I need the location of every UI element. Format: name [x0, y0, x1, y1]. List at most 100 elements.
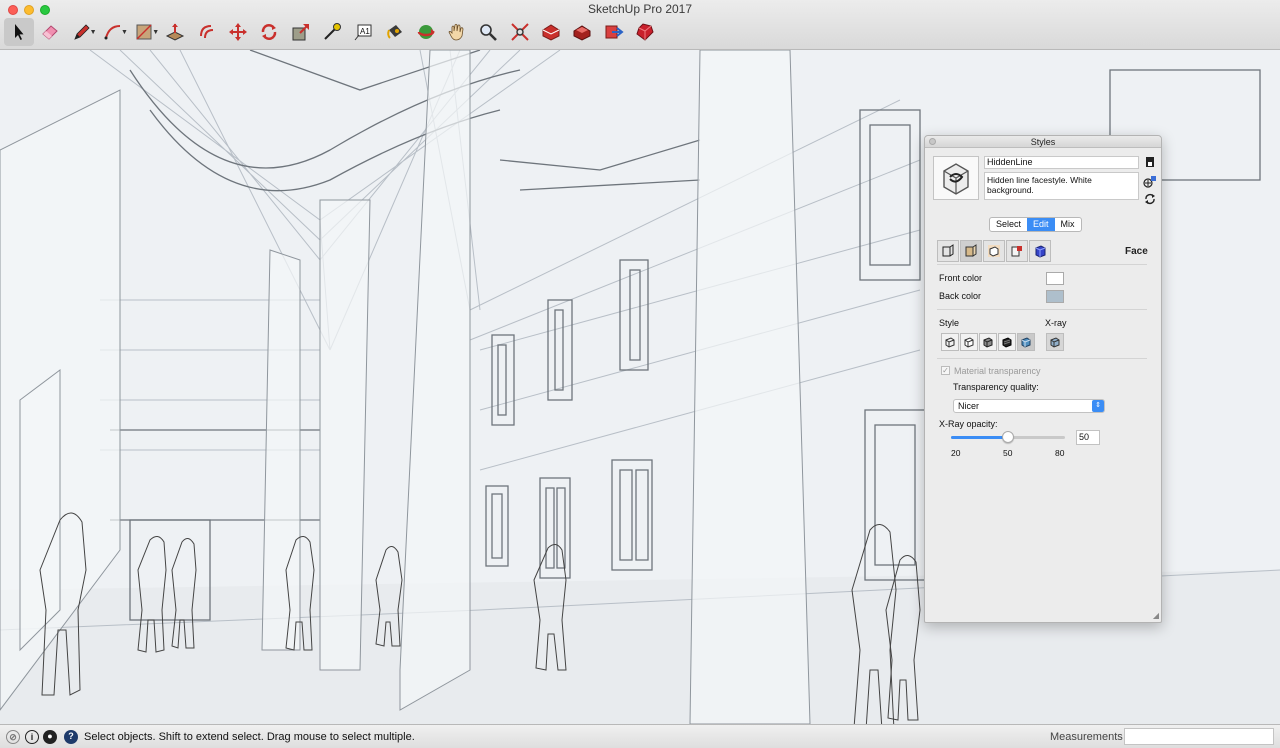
hidden-line-style-button[interactable] [960, 333, 978, 351]
eraser-tool[interactable] [35, 18, 65, 46]
style-thumbnail[interactable] [933, 156, 979, 200]
style-thumbnail-icon [943, 163, 969, 195]
xray-icon [1050, 337, 1060, 348]
main-toolbar: ▼ ▼ ▼ A1 [4, 17, 661, 47]
arc-tool[interactable]: ▼ [98, 18, 128, 46]
styles-panel: Styles HiddenLine Hidden line facestyle.… [924, 135, 1162, 623]
style-description-field[interactable]: Hidden line facestyle. White background. [984, 172, 1139, 200]
watermark-settings-button[interactable] [1006, 240, 1028, 262]
create-style-icon[interactable] [1143, 175, 1157, 189]
tab-edit[interactable]: Edit [1027, 218, 1055, 231]
back-color-swatch[interactable] [1046, 290, 1064, 303]
edge-settings-button[interactable] [937, 240, 959, 262]
eraser-icon [42, 25, 59, 40]
xray-toggle-button[interactable] [1046, 333, 1064, 351]
arc-icon [104, 25, 120, 40]
shaded-style-button[interactable] [979, 333, 997, 351]
front-color-label: Front color [939, 273, 983, 283]
tab-select[interactable]: Select [990, 218, 1027, 231]
shaded-with-textures-style-button[interactable] [998, 333, 1016, 351]
hidden-line-icon [964, 337, 974, 348]
zoom-tool[interactable] [473, 18, 503, 46]
back-color-label: Back color [939, 291, 982, 301]
transparency-quality-select[interactable]: Nicer ⇕ [953, 399, 1105, 413]
pan-tool[interactable] [442, 18, 472, 46]
tape-measure-tool[interactable] [317, 18, 347, 46]
styles-panel-title: Styles [925, 136, 1161, 148]
xray-opacity-label: X-Ray opacity: [939, 419, 998, 429]
refresh-icon[interactable] [1143, 193, 1157, 207]
xray-opacity-value-field[interactable]: 50 [1076, 430, 1100, 445]
text-icon: A1 [354, 24, 372, 41]
orbit-icon [417, 25, 435, 39]
orbit-tool[interactable] [411, 18, 441, 46]
status-message: Select objects. Shift to extend select. … [84, 731, 415, 743]
material-transparency-checkbox[interactable]: ✓ [941, 366, 950, 375]
scale-icon [292, 24, 309, 41]
update-style-icon[interactable] [1143, 156, 1157, 170]
slider-tick-label: 50 [1003, 448, 1013, 458]
app-window: SketchUp Pro 2017 ▼ ▼ ▼ A1 Styles Hidden… [0, 0, 1280, 748]
warehouse-icon [542, 24, 560, 41]
ruby-tool[interactable] [630, 18, 660, 46]
scale-tool[interactable] [286, 18, 316, 46]
face-style-bar [941, 333, 1036, 351]
xray-opacity-slider-knob[interactable] [1002, 431, 1014, 443]
monochrome-style-button[interactable] [1017, 333, 1035, 351]
monochrome-icon [1021, 337, 1031, 348]
measurements-input[interactable] [1124, 728, 1274, 745]
warehouse-tool[interactable] [536, 18, 566, 46]
divider [937, 264, 1147, 265]
paint-bucket-tool[interactable] [380, 18, 410, 46]
magnifier-icon [480, 24, 498, 41]
chevron-down-icon[interactable]: ▼ [121, 29, 128, 36]
slider-tick-label: 20 [951, 448, 961, 458]
modeling-settings-button[interactable] [1029, 240, 1051, 262]
share-model-icon [605, 25, 624, 39]
modeling-settings-icon [1035, 245, 1046, 258]
window-title: SketchUp Pro 2017 [587, 2, 693, 16]
wireframe-icon [945, 337, 955, 348]
share-model-tool[interactable] [599, 18, 629, 46]
panel-close-button[interactable] [929, 138, 936, 145]
extension-warehouse-tool[interactable] [567, 18, 597, 46]
wireframe-style-button[interactable] [941, 333, 959, 351]
credits-icon[interactable]: i [25, 730, 39, 744]
text-tool[interactable]: A1 [348, 18, 378, 46]
rotate-icon [262, 24, 277, 40]
push-pull-tool[interactable] [160, 18, 190, 46]
style-name-field[interactable]: HiddenLine [984, 156, 1139, 169]
tab-mix[interactable]: Mix [1055, 218, 1081, 231]
chevron-down-icon[interactable]: ▼ [90, 29, 97, 36]
shape-tool[interactable]: ▼ [129, 18, 159, 46]
help-icon[interactable]: ? [64, 730, 78, 744]
styles-tab-bar: Select Edit Mix [989, 217, 1082, 232]
ruby-gem-icon [636, 23, 654, 41]
resize-grip-icon[interactable]: ◢ [1153, 611, 1159, 620]
background-settings-icon [988, 245, 1000, 257]
measurements-label: Measurements [1050, 731, 1123, 743]
user-account-icon[interactable]: ● [43, 730, 57, 744]
offset-tool[interactable] [192, 18, 222, 46]
face-settings-button[interactable] [960, 240, 982, 262]
select-tool[interactable] [4, 18, 34, 46]
front-color-swatch[interactable] [1046, 272, 1064, 285]
material-transparency-label: Material transparency [954, 366, 1041, 376]
svg-text:A1: A1 [360, 27, 370, 36]
arrow-cursor-icon [15, 24, 24, 40]
xray-opacity-slider-fill [951, 436, 1008, 439]
edit-category-bar [937, 240, 1052, 262]
edge-settings-icon [942, 244, 954, 257]
chevron-down-icon[interactable]: ▼ [152, 29, 159, 36]
zoom-extents-tool[interactable] [505, 18, 535, 46]
face-settings-icon [965, 244, 977, 257]
divider [937, 358, 1147, 359]
extension-warehouse-icon [573, 25, 591, 41]
background-settings-button[interactable] [983, 240, 1005, 262]
pencil-tool[interactable]: ▼ [67, 18, 97, 46]
xray-label: X-ray [1045, 318, 1067, 328]
rotate-tool[interactable] [254, 18, 284, 46]
geo-location-icon[interactable]: ⊘ [6, 730, 20, 744]
move-icon [229, 23, 248, 41]
move-tool[interactable] [223, 18, 253, 46]
